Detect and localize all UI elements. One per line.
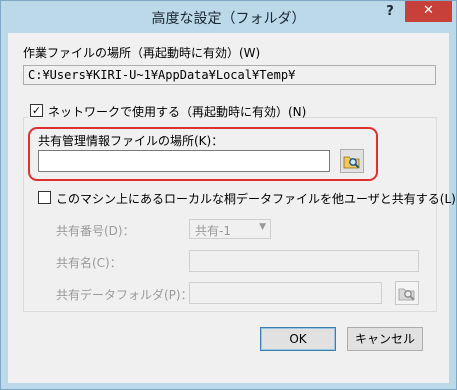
share-checkbox-label: このマシン上にあるローカルな桐データファイルを他ユーザと共有する(L)	[56, 192, 456, 206]
close-button[interactable]: ✕	[405, 1, 452, 22]
dialog-window: 高度な設定（フォルダ） ? ✕ 作業ファイルの場所（再起動時に有効）(W) C:…	[0, 0, 457, 390]
share-checkbox[interactable]	[38, 191, 51, 204]
chevron-down-icon: ▼	[259, 222, 266, 232]
share-number-label: 共有番号(D)：	[56, 224, 135, 238]
folder-search-icon	[398, 288, 415, 301]
cancel-button[interactable]: キャンセル	[347, 327, 423, 351]
dialog-body: 作業ファイルの場所（再起動時に有効）(W) C:¥Users¥KIRI-U~1¥…	[8, 33, 456, 383]
work-folder-field[interactable]: C:¥Users¥KIRI-U~1¥AppData¥Local¥Temp¥	[23, 65, 436, 85]
work-folder-label: 作業ファイルの場所（再起動時に有効）(W)	[23, 46, 261, 60]
share-checkbox-row[interactable]: このマシン上にあるローカルな桐データファイルを他ユーザと共有する(L)	[38, 190, 456, 206]
share-name-label: 共有名(C)：	[56, 256, 122, 270]
shared-info-browse-button[interactable]	[340, 149, 364, 173]
folder-search-icon	[343, 156, 360, 169]
network-checkbox[interactable]: ✓	[30, 104, 43, 117]
share-folder-input[interactable]	[189, 282, 382, 304]
checkmark-icon: ✓	[31, 104, 42, 117]
network-checkbox-label: ネットワークで使用する（再起動時に有効）(N)	[48, 105, 307, 119]
share-folder-label: 共有データフォルダ(P)：	[56, 288, 193, 302]
help-button[interactable]: ?	[379, 3, 401, 23]
ok-button[interactable]: OK	[260, 327, 336, 351]
shared-info-label: 共有管理情報ファイルの場所(K)：	[38, 134, 224, 148]
share-folder-browse-button[interactable]	[395, 281, 419, 305]
share-number-value: 共有-1	[195, 224, 231, 238]
shared-info-input[interactable]	[38, 150, 330, 172]
share-name-input[interactable]	[189, 250, 419, 272]
network-checkbox-row[interactable]: ✓ ネットワークで使用する（再起動時に有効）(N)	[28, 103, 306, 119]
title-bar[interactable]: 高度な設定（フォルダ） ? ✕	[1, 1, 456, 33]
share-number-select[interactable]: 共有-1 ▼	[189, 219, 271, 239]
